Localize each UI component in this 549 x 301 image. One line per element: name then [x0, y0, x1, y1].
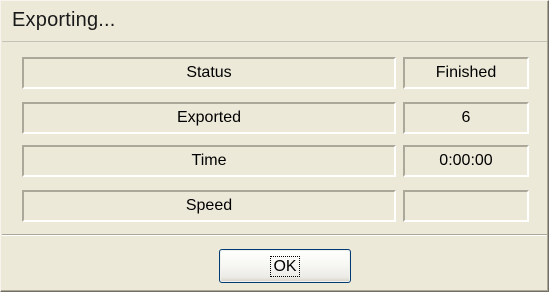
status-value: Finished: [435, 64, 497, 81]
exported-value-cell: 6: [403, 102, 529, 134]
button-area-divider: [2, 234, 547, 236]
speed-label: Speed: [185, 197, 233, 214]
time-label: Time: [191, 152, 227, 169]
dialog-title-bar: Exporting...: [2, 2, 547, 42]
time-value-cell: 0:00:00: [403, 145, 529, 177]
time-value: 0:00:00: [439, 152, 493, 169]
exported-value: 6: [461, 109, 471, 126]
exported-label-cell: Exported: [22, 102, 396, 134]
ok-button[interactable]: OK: [219, 249, 351, 283]
status-label: Status: [186, 64, 232, 81]
dialog-title: Exporting...: [12, 9, 116, 31]
export-progress-dialog: Exporting... Status Finished Exported 6 …: [0, 0, 549, 292]
status-value-cell: Finished: [403, 57, 529, 89]
speed-value-cell: [403, 190, 529, 222]
exported-label: Exported: [176, 109, 242, 126]
time-label-cell: Time: [22, 145, 396, 177]
speed-label-cell: Speed: [22, 190, 396, 222]
ok-button-label: OK: [270, 255, 300, 277]
status-label-cell: Status: [22, 57, 396, 89]
